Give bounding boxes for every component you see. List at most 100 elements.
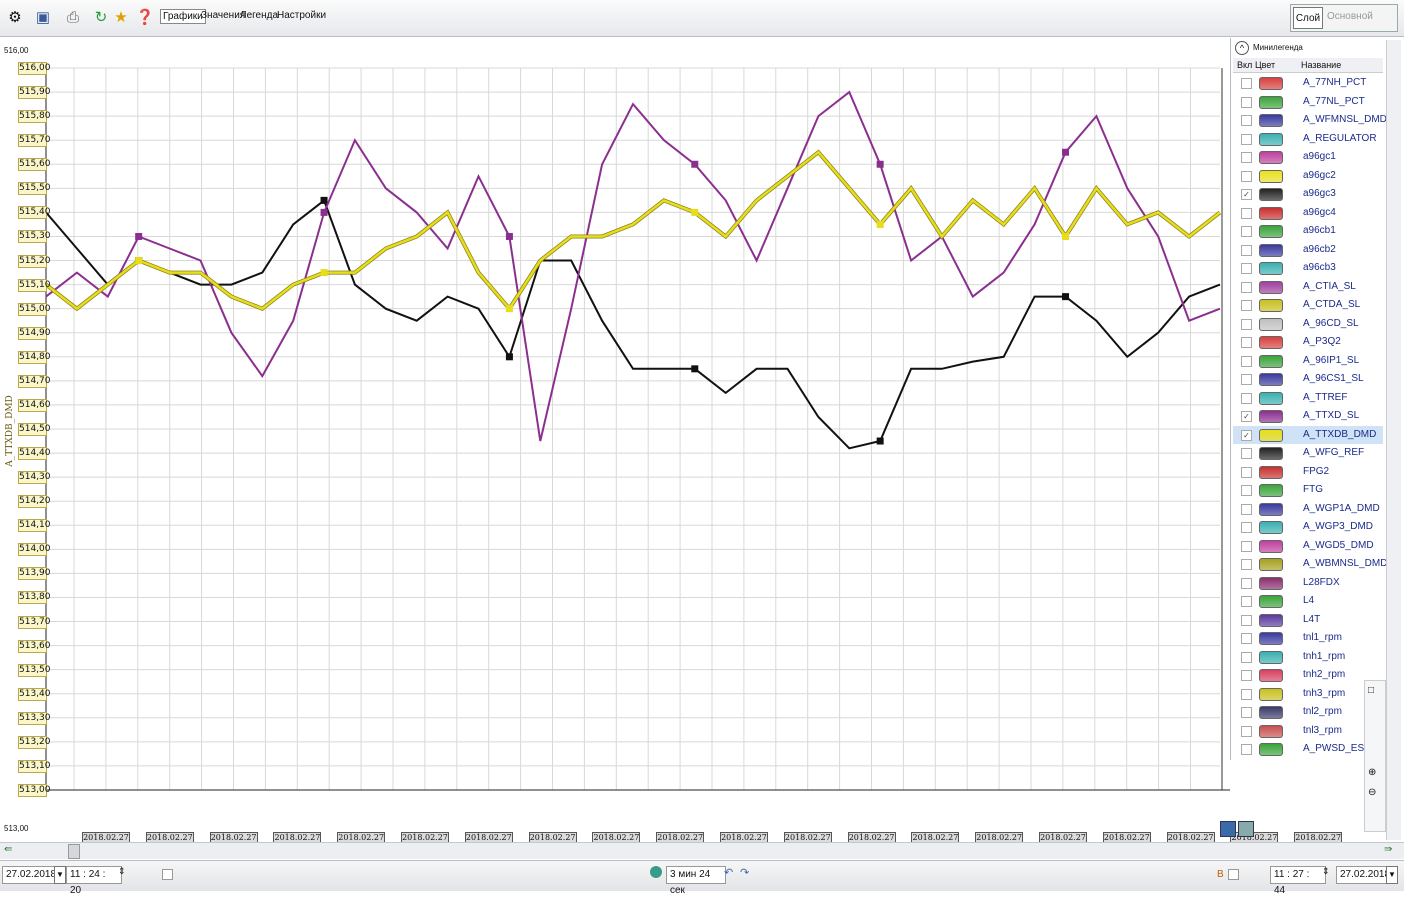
legend-row[interactable]: L4T: [1233, 611, 1383, 629]
legend-row[interactable]: ✓ A_TTXD_SL: [1233, 407, 1383, 425]
legend-checkbox[interactable]: [1241, 318, 1252, 330]
legend-color-swatch[interactable]: [1259, 280, 1283, 294]
undo-icon[interactable]: ↶: [724, 866, 733, 879]
legend-row[interactable]: A_96CS1_SL: [1233, 370, 1383, 388]
legend-checkbox[interactable]: [1241, 503, 1252, 515]
legend-checkbox[interactable]: [1241, 485, 1252, 496]
legend-color-swatch[interactable]: [1259, 373, 1283, 386]
legend-checkbox[interactable]: [1241, 670, 1252, 681]
scroll-thumb[interactable]: [68, 844, 80, 859]
end-time-spin-icon[interactable]: ⇕: [1322, 866, 1330, 877]
legend-checkbox[interactable]: ✓: [1241, 189, 1252, 200]
legend-color-swatch[interactable]: [1259, 669, 1283, 682]
legend-row[interactable]: A_P3Q2: [1233, 333, 1383, 351]
legend-row[interactable]: tnl3_rpm: [1233, 722, 1383, 740]
legend-color-swatch[interactable]: [1259, 317, 1283, 331]
legend-checkbox[interactable]: [1241, 633, 1252, 644]
duration-field[interactable]: 3 мин 24 сек: [666, 866, 726, 896]
legend-checkbox[interactable]: [1241, 152, 1252, 163]
legend-color-swatch[interactable]: [1259, 77, 1283, 90]
legend-color-swatch[interactable]: [1259, 465, 1283, 479]
view-list-icon[interactable]: [1238, 821, 1254, 837]
legend-row[interactable]: a96gc4: [1233, 204, 1383, 222]
legend-color-swatch[interactable]: [1259, 410, 1283, 423]
end-date-field[interactable]: 27.02.2018: [1336, 866, 1390, 884]
legend-row[interactable]: A_96CD_SL: [1233, 315, 1383, 333]
scroll-end-icon[interactable]: ⇛: [1384, 844, 1392, 855]
legend-checkbox[interactable]: [1241, 688, 1252, 700]
legend-row[interactable]: a96gc2: [1233, 167, 1383, 185]
legend-checkbox[interactable]: [1241, 115, 1252, 126]
legend-row[interactable]: ✓ A_TTXDB_DMD: [1233, 425, 1383, 444]
start-checkbox[interactable]: [162, 869, 173, 880]
tab-legend[interactable]: Легенда: [238, 9, 280, 22]
legend-color-swatch[interactable]: [1259, 428, 1283, 442]
start-time-spin-icon[interactable]: ⇕: [118, 866, 126, 877]
legend-checkbox[interactable]: [1241, 207, 1252, 219]
end-time-field[interactable]: 11 : 27 : 44: [1270, 866, 1326, 896]
legend-row[interactable]: A_WFG_REF: [1233, 444, 1383, 462]
legend-color-swatch[interactable]: [1259, 502, 1283, 516]
legend-row[interactable]: A_WGP3_DMD: [1233, 518, 1383, 536]
legend-checkbox[interactable]: [1241, 133, 1252, 145]
legend-row[interactable]: A_WGD5_DMD: [1233, 537, 1383, 555]
legend-row[interactable]: A_CTIA_SL: [1233, 278, 1383, 296]
tab-settings[interactable]: Настройки: [275, 9, 328, 22]
legend-color-swatch[interactable]: [1259, 169, 1283, 183]
end-date-dropdown-icon[interactable]: ▼: [1386, 866, 1398, 884]
legend-color-swatch[interactable]: [1259, 484, 1283, 497]
legend-checkbox[interactable]: [1241, 374, 1252, 385]
settings-icon[interactable]: ⚙: [4, 6, 26, 28]
legend-color-swatch[interactable]: [1259, 521, 1283, 534]
legend-color-swatch[interactable]: [1259, 206, 1283, 220]
legend-color-swatch[interactable]: [1259, 632, 1283, 645]
legend-checkbox[interactable]: [1241, 337, 1252, 348]
legend-color-swatch[interactable]: [1259, 706, 1283, 719]
legend-row[interactable]: A_WFMNSL_DMD: [1233, 111, 1387, 129]
legend-scroll[interactable]: [1386, 40, 1401, 840]
legend-color-swatch[interactable]: [1259, 243, 1283, 257]
legend-checkbox[interactable]: [1241, 725, 1252, 737]
legend-row[interactable]: a96cb2: [1233, 241, 1383, 259]
start-date-field[interactable]: 27.02.2018: [2, 866, 58, 884]
legend-row[interactable]: A_77NH_PCT: [1233, 74, 1383, 92]
legend-checkbox[interactable]: [1241, 78, 1252, 89]
legend-row[interactable]: A_WBMNSL_DMD: [1233, 555, 1387, 573]
time-scrollbar[interactable]: ⇚ ⇛: [0, 842, 1404, 859]
legend-color-swatch[interactable]: [1259, 558, 1283, 571]
legend-color-swatch[interactable]: [1259, 354, 1283, 368]
legend-checkbox[interactable]: [1241, 226, 1252, 237]
legend-color-swatch[interactable]: [1259, 262, 1283, 275]
zoom-in-icon[interactable]: ⊕: [1368, 767, 1376, 778]
legend-checkbox[interactable]: [1241, 707, 1252, 718]
legend-row[interactable]: tnh1_rpm: [1233, 648, 1383, 666]
legend-color-swatch[interactable]: [1259, 114, 1283, 127]
start-time-field[interactable]: 11 : 24 : 20: [66, 866, 122, 896]
legend-row[interactable]: A_TTREF: [1233, 389, 1383, 407]
collapse-icon[interactable]: ^: [1235, 41, 1249, 55]
zoom-box-icon[interactable]: □: [1368, 685, 1374, 696]
legend-row[interactable]: A_REGULATOR: [1233, 130, 1383, 148]
star-icon[interactable]: ★: [110, 6, 132, 28]
refresh-icon[interactable]: ↻: [90, 6, 112, 28]
legend-checkbox[interactable]: [1241, 651, 1252, 663]
legend-color-swatch[interactable]: [1259, 299, 1283, 312]
legend-color-swatch[interactable]: [1259, 95, 1283, 109]
legend-checkbox[interactable]: [1241, 355, 1252, 367]
legend-color-swatch[interactable]: [1259, 687, 1283, 701]
legend-row[interactable]: a96cb1: [1233, 222, 1383, 240]
legend-row[interactable]: A_CTDA_SL: [1233, 296, 1383, 314]
legend-color-swatch[interactable]: [1259, 576, 1283, 590]
view-grid-icon[interactable]: [1220, 821, 1236, 837]
legend-color-swatch[interactable]: [1259, 447, 1283, 460]
legend-row[interactable]: A_WGP1A_DMD: [1233, 500, 1383, 518]
legend-row[interactable]: tnl1_rpm: [1233, 629, 1383, 647]
save-icon[interactable]: ▣: [32, 6, 54, 28]
legend-row[interactable]: L28FDX: [1233, 574, 1383, 592]
legend-color-swatch[interactable]: [1259, 336, 1283, 349]
legend-color-swatch[interactable]: [1259, 724, 1283, 738]
legend-checkbox[interactable]: [1241, 96, 1252, 108]
legend-color-swatch[interactable]: [1259, 132, 1283, 146]
legend-checkbox[interactable]: [1241, 281, 1252, 293]
legend-checkbox[interactable]: [1241, 559, 1252, 570]
